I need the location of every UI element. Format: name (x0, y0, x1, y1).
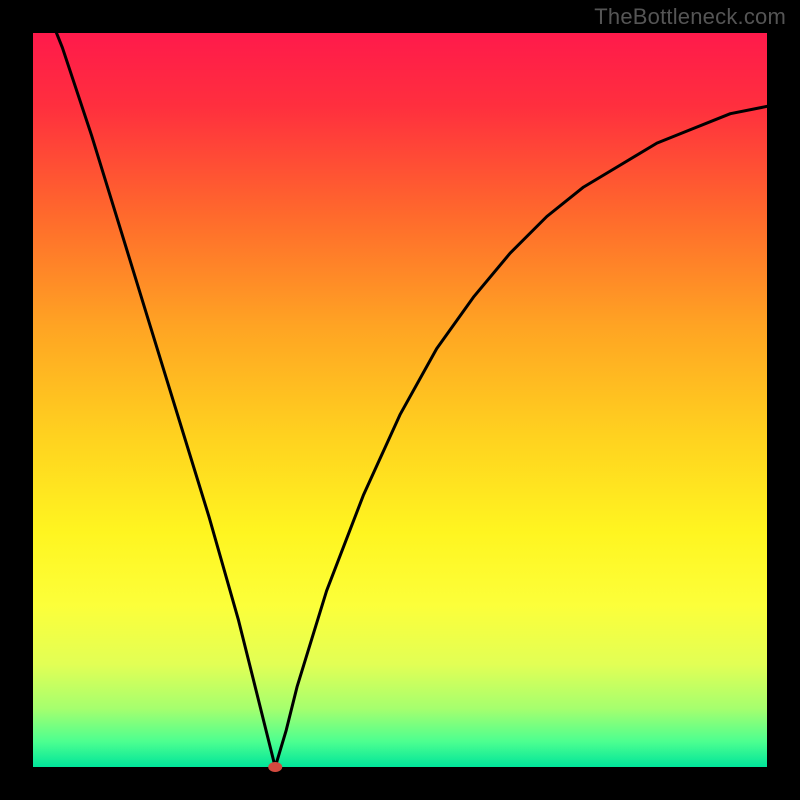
chart-frame: { "watermark": "TheBottleneck.com", "cha… (0, 0, 800, 800)
minimum-marker (268, 762, 282, 772)
bottleneck-chart (0, 0, 800, 800)
watermark-text: TheBottleneck.com (594, 4, 786, 30)
